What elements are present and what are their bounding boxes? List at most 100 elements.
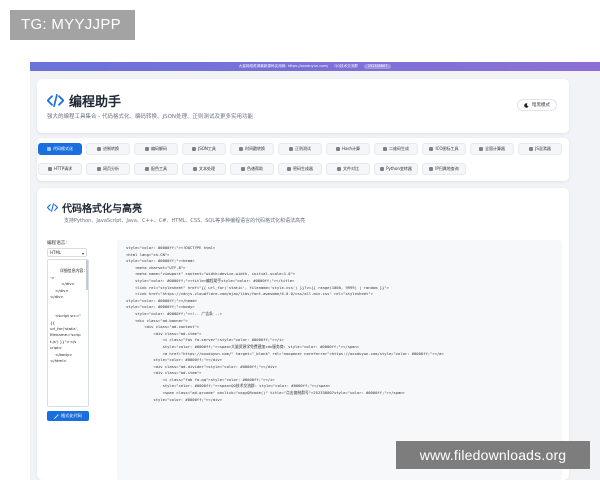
- format-code-label: 格式化代码: [61, 413, 82, 418]
- input-panel: 编程语言: HTML ▾ 详细信息内容： ·> </div> </div> </…: [47, 240, 93, 421]
- tool-tab[interactable]: 全国计算器: [470, 143, 514, 155]
- tool-tab-label: 编码解码: [151, 146, 167, 151]
- tool-tab-label: 文本处理: [199, 166, 215, 171]
- tool-tab[interactable]: 配色工具: [134, 163, 178, 175]
- tool-tab[interactable]: HTTP请求: [38, 163, 82, 175]
- theme-toggle-button[interactable]: 暗黑模式: [517, 99, 557, 111]
- tool-tab-label: 时间戳转换: [245, 146, 265, 151]
- tool-tab[interactable]: 密码生成器: [278, 163, 322, 175]
- language-select[interactable]: HTML ▾: [47, 248, 87, 257]
- magic-wand-icon: [54, 413, 59, 419]
- tool-tab[interactable]: 编码解码: [134, 143, 178, 155]
- code-line: <div class="ad-content">: [126, 324, 200, 330]
- tool-tab[interactable]: 二维码生成: [374, 143, 418, 155]
- code-line: <div class="ad-item">: [126, 330, 202, 336]
- tool-icon: [287, 167, 291, 171]
- tool-icon: [193, 167, 197, 171]
- section-title: 代码格式化与高亮: [47, 200, 142, 215]
- tool-icon: [192, 147, 197, 151]
- tool-icon: [337, 167, 341, 171]
- code-input[interactable]: 详细信息内容： ·> </div> </div> </div> <script …: [47, 259, 89, 407]
- tool-icon: [529, 147, 534, 151]
- tool-tab[interactable]: 文本处理: [182, 163, 226, 175]
- code-line: style="color: #0000ff;"><title>编程助手style…: [126, 277, 295, 283]
- tool-tab-label: 二维码生成: [389, 146, 409, 151]
- code-line: style="color: #0000ff;"></div>: [126, 396, 223, 402]
- tool-tab[interactable]: 文件对比: [326, 163, 370, 175]
- code-line: style="color: #0000ff;"><body>: [126, 304, 195, 310]
- tool-icon: [241, 167, 245, 171]
- tool-icon: [145, 167, 149, 171]
- code-line: style="color: #0000ff;"><!DOCTYPE html>: [126, 245, 216, 250]
- tool-tab-label: 配色工具: [151, 166, 167, 171]
- tool-tab-label: 正则测试: [295, 146, 311, 151]
- code-line: style="color: #0000ff;"></div>: [126, 357, 223, 363]
- tool-tab-label: JS混淆器: [535, 146, 551, 151]
- tool-tab-label: 色谱帮助: [247, 166, 263, 171]
- header-card: 编程助手 强大的编程工具集合 - 代码格式化、编码转换、JSON处理、正则测试及…: [37, 79, 569, 133]
- tool-icon: [97, 167, 101, 171]
- ad-qrcode-pill[interactable]: 252338807: [363, 64, 392, 69]
- code-line: <i class="fas fa-server">style="color: #…: [126, 337, 284, 343]
- code-line: <meta charset="UTF-8">: [126, 264, 186, 270]
- input-scrollbar[interactable]: [86, 260, 88, 290]
- tool-tab[interactable]: 时间戳转换: [230, 143, 274, 155]
- code-line: style="color: #0000ff;"></head>: [126, 297, 197, 303]
- tool-tab-label: Hash计算: [341, 146, 361, 151]
- chevron-down-icon: ▾: [81, 251, 84, 256]
- tool-tab[interactable]: IP归属地查询: [422, 163, 466, 175]
- code-line: <html lang="zh-CN">: [126, 251, 170, 257]
- tool-tab[interactable]: ICO图标工具: [422, 143, 466, 155]
- code-line: style="color: #0000ff;"><span>QQ技术交流群: s…: [126, 383, 331, 389]
- code-icon: [47, 94, 64, 107]
- tool-icon: [145, 147, 149, 151]
- tool-icon: [429, 147, 434, 151]
- app-title: 编程助手: [47, 91, 121, 110]
- tool-icon: [479, 147, 483, 151]
- tool-tab[interactable]: 正则测试: [278, 143, 322, 155]
- code-line: style="color: #0000ff;"><head>: [126, 258, 195, 264]
- tool-icon: [380, 167, 385, 171]
- code-input-text: 详细信息内容： ·> </div> </div> </div> <script …: [50, 268, 88, 364]
- language-select-value: HTML: [50, 250, 62, 255]
- code-line: <div class="ad-divider">style="color: #0…: [126, 363, 277, 369]
- code-icon: [47, 203, 58, 212]
- tools-card: 代码格式化 进制转换 编码解码 JSON工具 时间戳转换 正则测试 Hash计算 二维码生成 I…: [37, 138, 569, 181]
- tool-tab-label: IP归属地查询: [435, 166, 459, 171]
- tool-tab-label: ICO图标工具: [435, 146, 459, 151]
- tool-tab-label: 进制转换: [103, 146, 119, 151]
- moon-icon: [524, 102, 529, 108]
- code-line: <div class="ad-item">: [126, 370, 202, 376]
- tool-tab[interactable]: JS混淆器: [518, 143, 562, 155]
- tool-tab[interactable]: 网页分析: [86, 163, 130, 175]
- tool-icon: [289, 147, 293, 151]
- app-subtitle: 强大的编程工具集合 - 代码格式化、编码转换、JSON处理、正则测试及更多实用功…: [47, 114, 254, 120]
- tool-icon: [97, 147, 101, 151]
- main-card: 代码格式化与高亮 支持Python、JavaScript、Java、C++、C#…: [37, 188, 569, 480]
- tool-tab-label: 密码生成器: [293, 166, 313, 171]
- tool-tab[interactable]: Hash计算: [326, 143, 370, 155]
- tool-tab[interactable]: JSON工具: [182, 143, 226, 155]
- section-description: 支持Python、JavaScript、Java、C++、C#、HTML、CSS…: [64, 218, 306, 224]
- code-line: <span class="ad-qrcode" onclick="copyQRc…: [126, 390, 405, 396]
- ad-banner-text[interactable]: 大量网络资源最新源码实用网: https://oxxduyun.com/: [239, 64, 329, 69]
- app-page: 大量网络资源最新源码实用网: https://oxxduyun.com/ QQ技…: [30, 62, 600, 480]
- code-line: <link rel="stylesheet" href="{{ url_for(…: [126, 284, 389, 290]
- tool-tab[interactable]: 进制转换: [86, 143, 130, 155]
- tool-icon: [47, 147, 51, 151]
- tool-tab-label: JSON工具: [198, 146, 216, 151]
- code-line: <meta name="viewport" content="width=dev…: [126, 271, 296, 277]
- format-code-button[interactable]: 格式化代码: [47, 411, 89, 421]
- tool-tab[interactable]: 代码格式化: [38, 143, 82, 155]
- tool-tab[interactable]: Python变转器: [374, 163, 418, 175]
- ad-banner-qq: QQ技术交流群: [334, 64, 358, 68]
- language-label: 编程语言:: [47, 241, 67, 246]
- tool-icon: [239, 147, 243, 151]
- ad-banner[interactable]: 大量网络资源最新源码实用网: https://oxxduyun.com/ QQ技…: [30, 62, 600, 71]
- section-title-text: 代码格式化与高亮: [62, 204, 142, 215]
- tool-tab[interactable]: 色谱帮助: [230, 163, 274, 175]
- tool-tab-label: 文件对比: [343, 166, 359, 171]
- tool-tab-label: 网页分析: [103, 166, 119, 171]
- tool-tab-label: Python变转器: [386, 166, 412, 171]
- tool-icon: [383, 147, 387, 151]
